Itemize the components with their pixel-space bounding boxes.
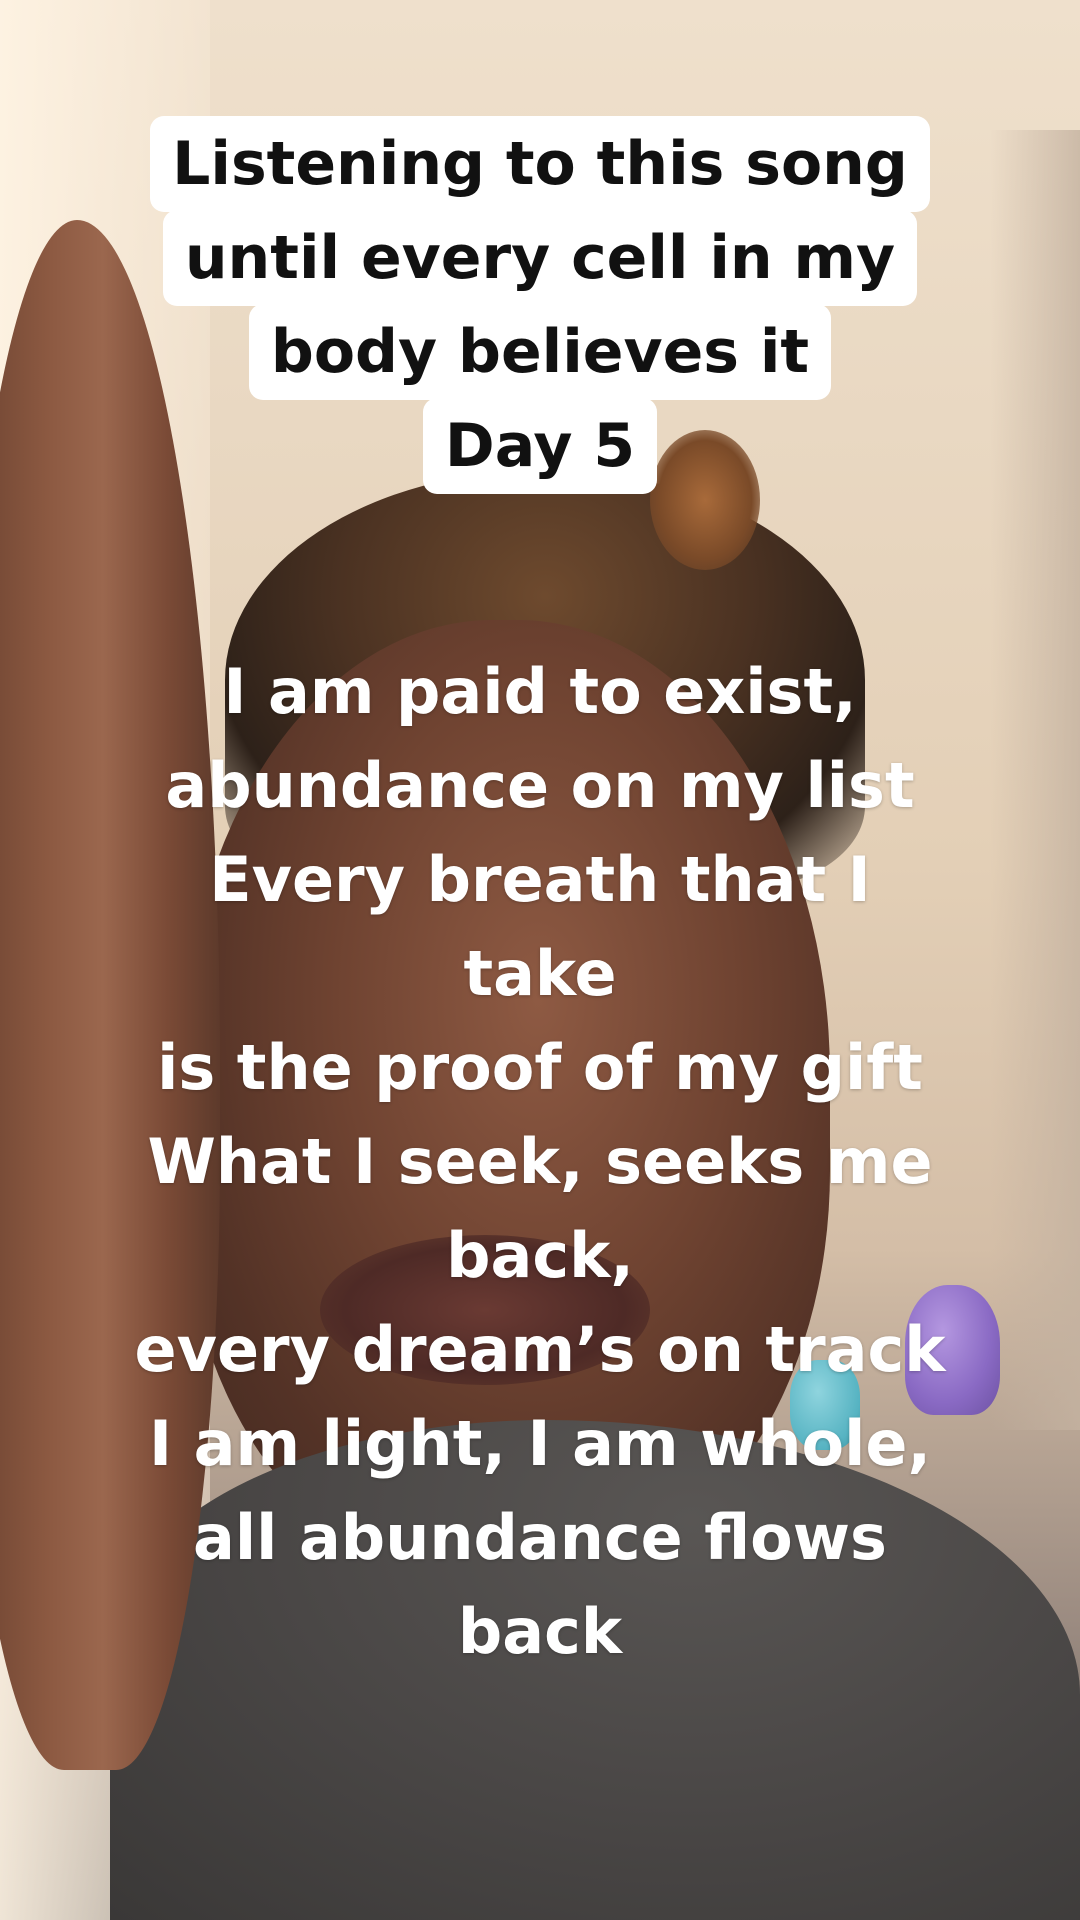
title-line-2: until every cell in my [162,210,918,306]
lyric-line-7: back, [446,1219,634,1292]
lyric-line-11: back [457,1595,623,1668]
title-line-1: Listening to this song [150,116,930,212]
title-caption: Listening to this song until every cell … [0,116,1080,494]
lyric-line-4: take [463,937,617,1010]
lyrics-caption: I am paid to exist, abundance on my list… [40,645,1040,1679]
video-frame[interactable]: Listening to this song until every cell … [0,0,1080,1920]
lyric-line-9: I am light, I am whole, [148,1407,932,1480]
lyric-line-1: I am paid to exist, [223,655,857,728]
title-line-4: Day 5 [422,398,658,494]
lyric-line-10: all abundance flows [193,1501,887,1574]
lyric-line-2: abundance on my list [165,749,915,822]
lyric-line-8: every dream’s on track [134,1313,946,1386]
title-line-3: body believes it [248,304,832,400]
lyric-line-5: is the proof of my gift [157,1031,923,1104]
lyric-line-6: What I seek, seeks me [147,1125,933,1198]
lyric-line-3: Every breath that I [209,843,871,916]
